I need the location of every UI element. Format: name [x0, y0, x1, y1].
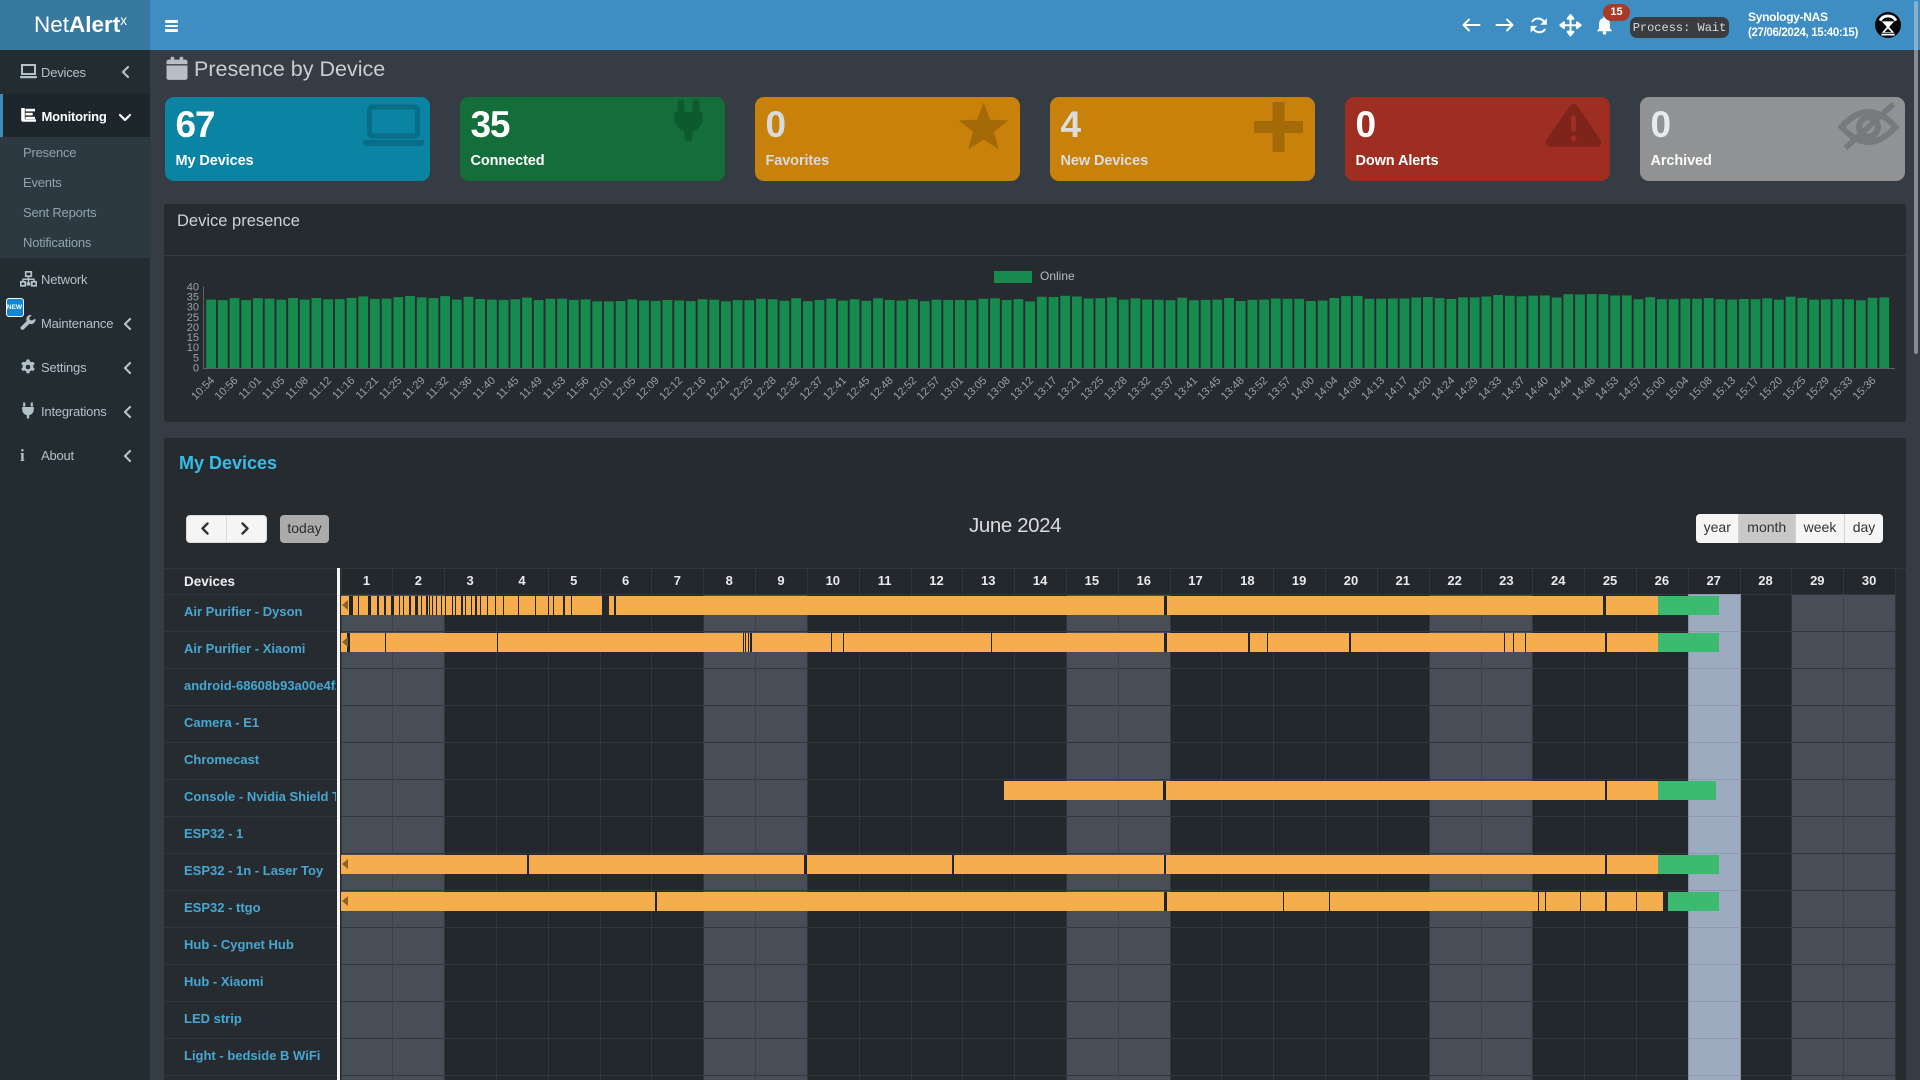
svg-text:14:40: 14:40: [1523, 375, 1551, 403]
svg-text:14:04: 14:04: [1312, 375, 1340, 403]
svg-text:14:57: 14:57: [1617, 375, 1645, 403]
svg-text:13:48: 13:48: [1219, 375, 1247, 403]
svg-text:14:08: 14:08: [1336, 375, 1364, 403]
svg-text:12:09: 12:09: [634, 375, 662, 403]
svg-text:11:21: 11:21: [354, 375, 381, 402]
svg-text:13:12: 13:12: [1008, 375, 1036, 403]
svg-text:11:08: 11:08: [283, 375, 310, 402]
svg-text:11:16: 11:16: [330, 375, 357, 402]
svg-text:11:29: 11:29: [400, 375, 427, 402]
svg-text:15:36: 15:36: [1851, 375, 1879, 403]
svg-text:13:21: 13:21: [1055, 375, 1083, 403]
svg-text:12:37: 12:37: [798, 375, 826, 403]
svg-text:14:17: 14:17: [1383, 375, 1411, 403]
svg-text:11:40: 11:40: [471, 375, 498, 402]
svg-text:12:12: 12:12: [657, 375, 685, 403]
svg-text:15:29: 15:29: [1804, 375, 1832, 403]
svg-text:12:52: 12:52: [891, 375, 919, 403]
svg-text:14:33: 14:33: [1476, 375, 1504, 403]
svg-text:15:08: 15:08: [1687, 375, 1715, 403]
svg-text:12:05: 12:05: [610, 375, 638, 403]
svg-text:14:20: 14:20: [1406, 375, 1434, 403]
svg-text:13:45: 13:45: [1195, 375, 1223, 403]
svg-text:13:05: 13:05: [961, 375, 989, 403]
svg-text:14:24: 14:24: [1429, 375, 1457, 403]
svg-text:13:28: 13:28: [1102, 375, 1130, 403]
svg-text:14:44: 14:44: [1546, 375, 1574, 403]
svg-text:15:04: 15:04: [1663, 375, 1691, 403]
svg-text:11:56: 11:56: [564, 375, 591, 402]
svg-text:14:13: 14:13: [1359, 375, 1387, 403]
svg-text:13:52: 13:52: [1242, 375, 1270, 403]
svg-text:12:48: 12:48: [868, 375, 896, 403]
svg-text:12:21: 12:21: [704, 375, 732, 403]
svg-text:13:08: 13:08: [985, 375, 1013, 403]
svg-text:11:36: 11:36: [447, 375, 474, 402]
svg-text:11:53: 11:53: [541, 375, 568, 402]
svg-text:14:00: 14:00: [1289, 375, 1317, 403]
svg-text:10:54: 10:54: [189, 375, 217, 403]
svg-text:12:45: 12:45: [844, 375, 872, 403]
svg-text:12:25: 12:25: [727, 375, 755, 403]
svg-text:15:25: 15:25: [1780, 375, 1808, 403]
svg-text:11:12: 11:12: [307, 375, 334, 402]
svg-text:40: 40: [187, 281, 199, 293]
svg-text:14:48: 14:48: [1570, 375, 1598, 403]
svg-text:15:17: 15:17: [1734, 375, 1762, 403]
svg-text:11:32: 11:32: [424, 375, 451, 402]
svg-text:15:20: 15:20: [1757, 375, 1785, 403]
svg-text:13:37: 13:37: [1149, 375, 1177, 403]
svg-text:13:01: 13:01: [938, 375, 966, 403]
svg-text:15:33: 15:33: [1827, 375, 1855, 403]
svg-text:11:05: 11:05: [260, 375, 287, 402]
svg-text:13:17: 13:17: [1032, 375, 1060, 403]
svg-text:15:13: 15:13: [1710, 375, 1738, 403]
svg-text:10:56: 10:56: [213, 375, 241, 403]
svg-text:14:29: 14:29: [1453, 375, 1481, 403]
svg-text:12:41: 12:41: [821, 375, 849, 403]
svg-text:11:45: 11:45: [494, 375, 521, 402]
svg-text:12:28: 12:28: [751, 375, 779, 403]
svg-text:13:57: 13:57: [1266, 375, 1294, 403]
svg-text:14:37: 14:37: [1500, 375, 1528, 403]
svg-text:12:32: 12:32: [774, 375, 802, 403]
svg-text:14:53: 14:53: [1593, 375, 1621, 403]
svg-text:11:01: 11:01: [237, 375, 264, 402]
svg-text:11:25: 11:25: [377, 375, 404, 402]
svg-text:15:00: 15:00: [1640, 375, 1668, 403]
svg-text:12:57: 12:57: [915, 375, 943, 403]
svg-text:11:49: 11:49: [517, 375, 544, 402]
svg-text:13:41: 13:41: [1172, 375, 1200, 403]
svg-text:13:25: 13:25: [1078, 375, 1106, 403]
svg-text:12:01: 12:01: [587, 375, 615, 403]
svg-text:12:16: 12:16: [681, 375, 709, 403]
svg-text:13:32: 13:32: [1125, 375, 1153, 403]
